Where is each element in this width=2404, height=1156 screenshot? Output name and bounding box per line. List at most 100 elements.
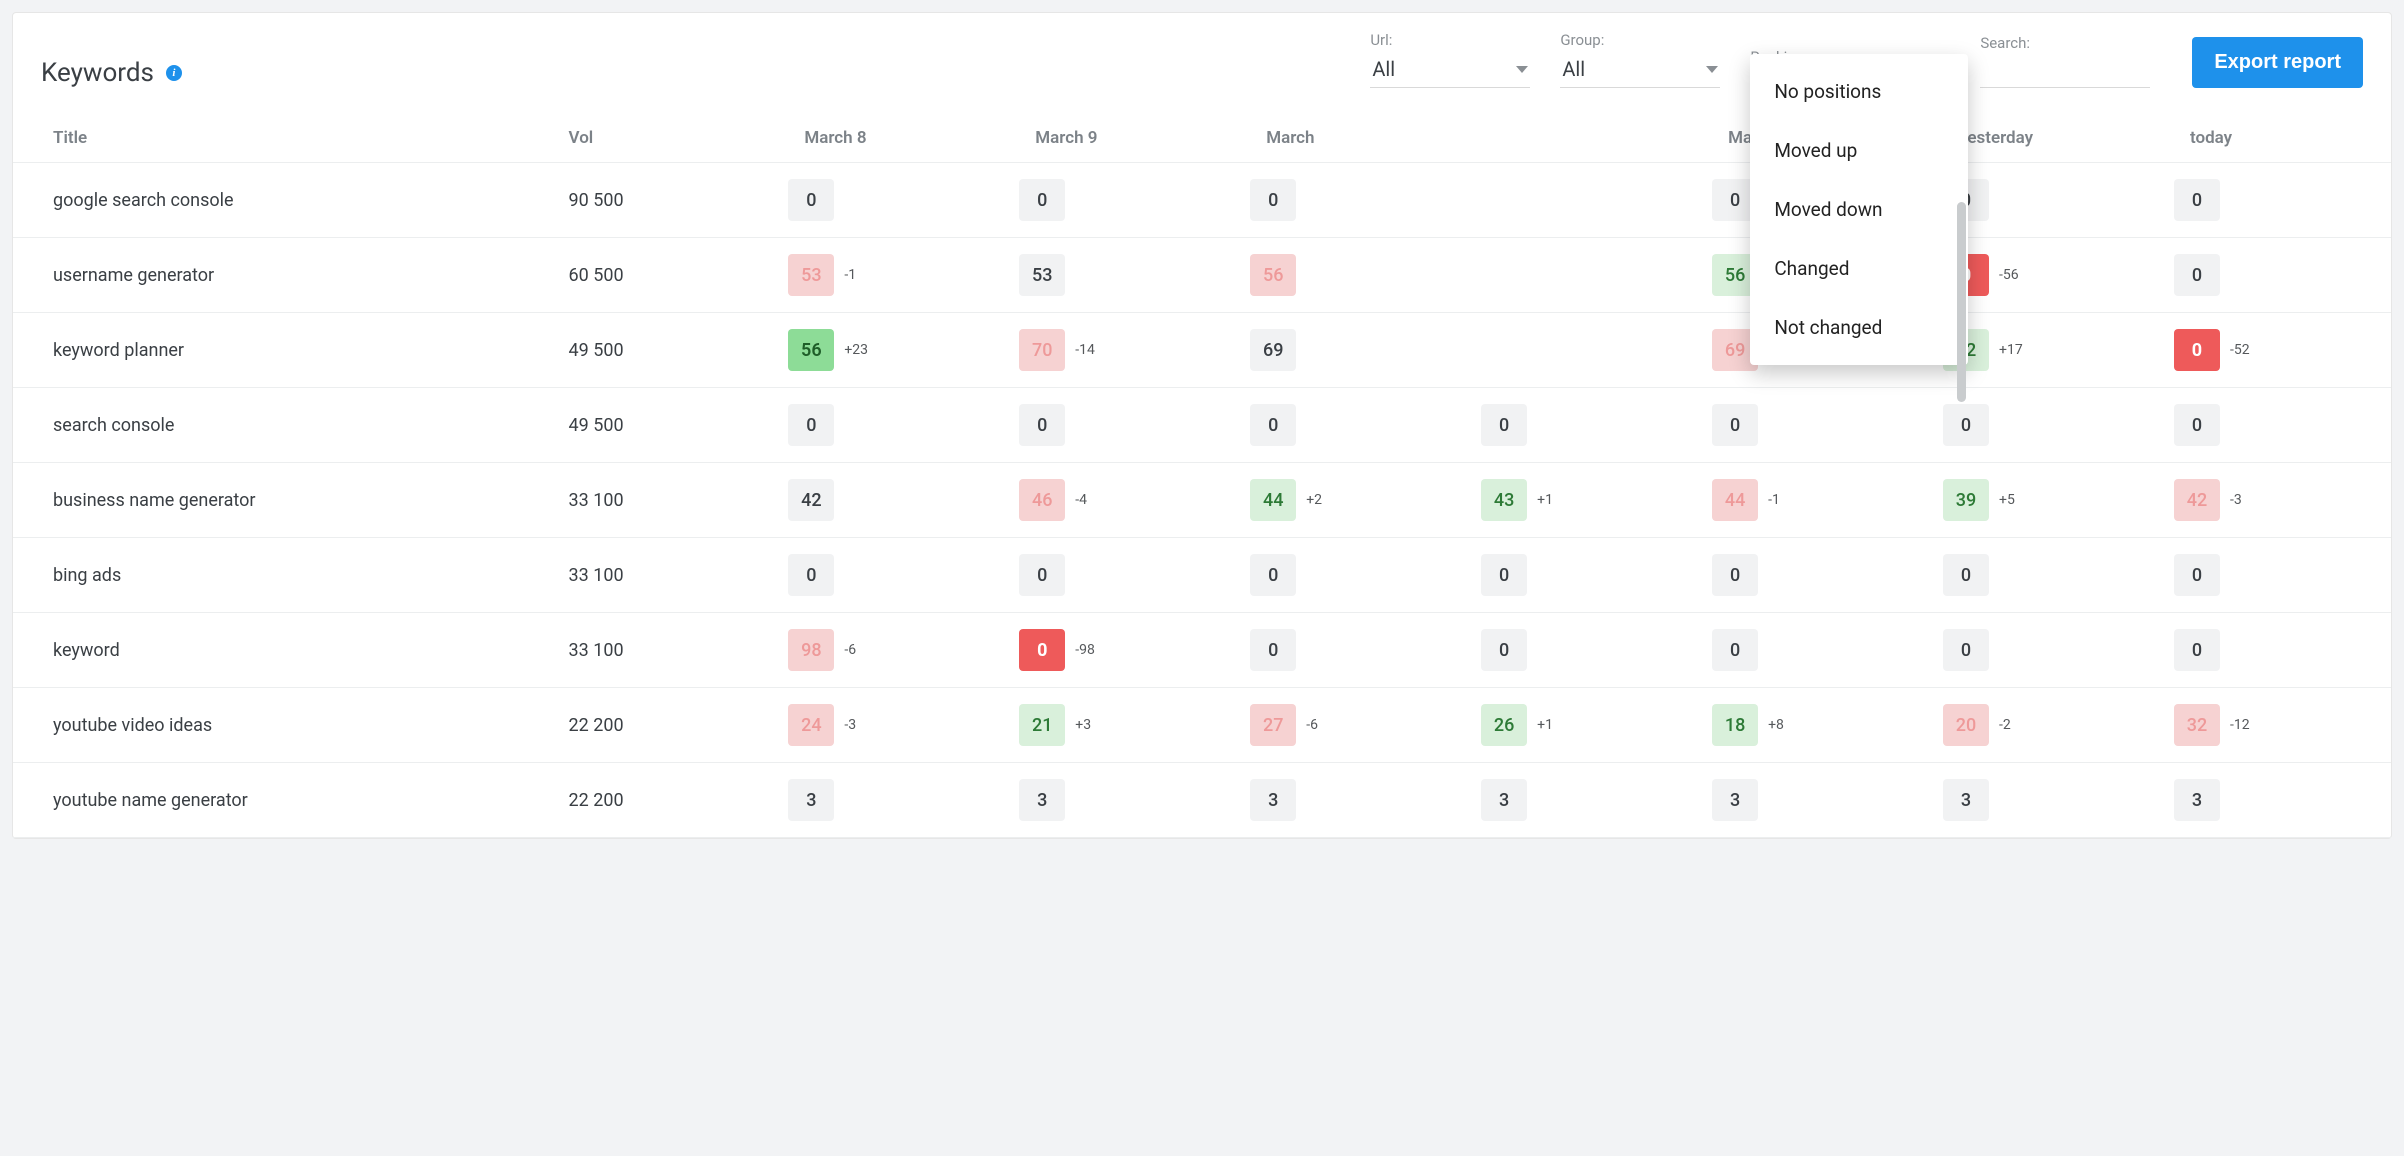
- filter-group-select[interactable]: All: [1560, 51, 1720, 88]
- row-vol: 49 500: [555, 313, 775, 388]
- row-title[interactable]: business name generator: [13, 463, 555, 538]
- rank-badge: 0: [1943, 629, 1989, 671]
- rank-badge: 0: [1481, 554, 1527, 596]
- rank-delta: +1: [1537, 717, 1553, 733]
- row-vol: 22 200: [555, 763, 775, 838]
- rank-cell: 56+23: [774, 313, 1005, 388]
- filter-url-select[interactable]: All: [1370, 51, 1530, 88]
- filter-search-label: Search:: [1980, 34, 2150, 52]
- col-date-2[interactable]: March: [1236, 116, 1467, 163]
- rank-badge: 20: [1943, 704, 1989, 746]
- rank-badge: 43: [1481, 479, 1527, 521]
- rank-badge: 0: [788, 554, 834, 596]
- rank-cell: 0: [774, 388, 1005, 463]
- ranking-option[interactable]: Changed: [1750, 239, 1968, 298]
- rank-cell: 0: [1698, 538, 1929, 613]
- rank-badge: 3: [1712, 779, 1758, 821]
- ranking-option[interactable]: Moved down: [1750, 180, 1968, 239]
- row-vol: 90 500: [555, 163, 775, 238]
- row-vol: 33 100: [555, 463, 775, 538]
- rank-badge: 0: [2174, 254, 2220, 296]
- rank-cell: 39+5: [1929, 463, 2160, 538]
- rank-cell: 42: [774, 463, 1005, 538]
- col-date-0[interactable]: March 8: [774, 116, 1005, 163]
- row-title[interactable]: bing ads: [13, 538, 555, 613]
- rank-delta: -3: [844, 717, 856, 733]
- rank-badge: 3: [1481, 779, 1527, 821]
- filter-group-value: All: [1562, 57, 1585, 81]
- row-title[interactable]: keyword planner: [13, 313, 555, 388]
- rank-badge: 70: [1019, 329, 1065, 371]
- ranking-option[interactable]: Not changed: [1750, 298, 1968, 357]
- ranking-option[interactable]: No positions: [1750, 62, 1968, 121]
- rank-badge: 0: [1481, 629, 1527, 671]
- chevron-down-icon: [1706, 66, 1718, 73]
- header-row: Keywords i Url: All Group: All: [13, 31, 2391, 116]
- rank-cell: 0: [774, 538, 1005, 613]
- rank-cell: 0: [1005, 388, 1236, 463]
- info-icon[interactable]: i: [166, 65, 182, 81]
- ranking-option[interactable]: Moved up: [1750, 121, 1968, 180]
- rank-badge: 3: [1943, 779, 1989, 821]
- row-title[interactable]: youtube video ideas: [13, 688, 555, 763]
- rank-badge: 0: [1250, 179, 1296, 221]
- rank-cell: 0: [1929, 613, 2160, 688]
- rank-cell: 43+1: [1467, 463, 1698, 538]
- row-title[interactable]: search console: [13, 388, 555, 463]
- rank-badge: 0: [788, 404, 834, 446]
- table-row: youtube video ideas22 20024-321+327-626+…: [13, 688, 2391, 763]
- rank-cell: 0: [1467, 613, 1698, 688]
- rank-cell: 70 -14: [1005, 313, 1236, 388]
- rank-cell: 0: [1929, 538, 2160, 613]
- table-row: search console49 5000000000: [13, 388, 2391, 463]
- rank-badge: 44: [1250, 479, 1296, 521]
- rank-badge: 0: [1019, 554, 1065, 596]
- rank-badge: 0: [2174, 329, 2220, 371]
- rank-badge: 42: [788, 479, 834, 521]
- rank-cell: 21+3: [1005, 688, 1236, 763]
- row-title[interactable]: username generator: [13, 238, 555, 313]
- rank-delta: -1: [1768, 492, 1780, 508]
- row-title[interactable]: youtube name generator: [13, 763, 555, 838]
- filter-url-value: All: [1372, 57, 1395, 81]
- col-date-3[interactable]: [1467, 116, 1698, 163]
- rank-cell: 0: [2160, 538, 2391, 613]
- rank-delta: -56: [1999, 267, 2019, 283]
- ranking-dropdown[interactable]: No positionsMoved upMoved downChangedNot…: [1750, 54, 1968, 365]
- rank-badge: 0: [2174, 629, 2220, 671]
- row-vol: 22 200: [555, 688, 775, 763]
- rank-badge: 0: [1712, 554, 1758, 596]
- rank-badge: 0: [1019, 404, 1065, 446]
- rank-cell: 0: [1236, 163, 1467, 238]
- rank-cell: 0: [2160, 163, 2391, 238]
- rank-badge: 56: [788, 329, 834, 371]
- col-vol[interactable]: Vol: [555, 116, 775, 163]
- rank-delta: -14: [1075, 342, 1095, 358]
- rank-cell: 53-1: [774, 238, 1005, 313]
- rank-cell: 0: [1236, 613, 1467, 688]
- col-title[interactable]: Title: [13, 116, 555, 163]
- rank-delta: -3: [2230, 492, 2242, 508]
- rank-badge: 0: [1250, 629, 1296, 671]
- rank-cell: 0: [2160, 388, 2391, 463]
- scrollbar[interactable]: [1957, 202, 1966, 402]
- search-input[interactable]: [1980, 54, 2150, 88]
- rank-delta: -52: [2230, 342, 2250, 358]
- row-title[interactable]: google search console: [13, 163, 555, 238]
- filter-url: Url: All: [1370, 31, 1530, 88]
- rank-cell: 3: [1929, 763, 2160, 838]
- rank-delta: +17: [1999, 342, 2023, 358]
- rank-cell: 0: [1467, 388, 1698, 463]
- filter-search: Search:: [1980, 34, 2150, 88]
- rank-delta: +5: [1999, 492, 2015, 508]
- rank-cell: 56: [1236, 238, 1467, 313]
- col-date-6[interactable]: today: [2160, 116, 2391, 163]
- export-report-button[interactable]: Export report: [2192, 37, 2363, 88]
- rank-cell: [1467, 313, 1698, 388]
- rank-badge: 3: [788, 779, 834, 821]
- col-date-1[interactable]: March 9: [1005, 116, 1236, 163]
- rank-delta: -4: [1075, 492, 1087, 508]
- rank-cell: 98-6: [774, 613, 1005, 688]
- rank-badge: 0: [788, 179, 834, 221]
- row-title[interactable]: keyword: [13, 613, 555, 688]
